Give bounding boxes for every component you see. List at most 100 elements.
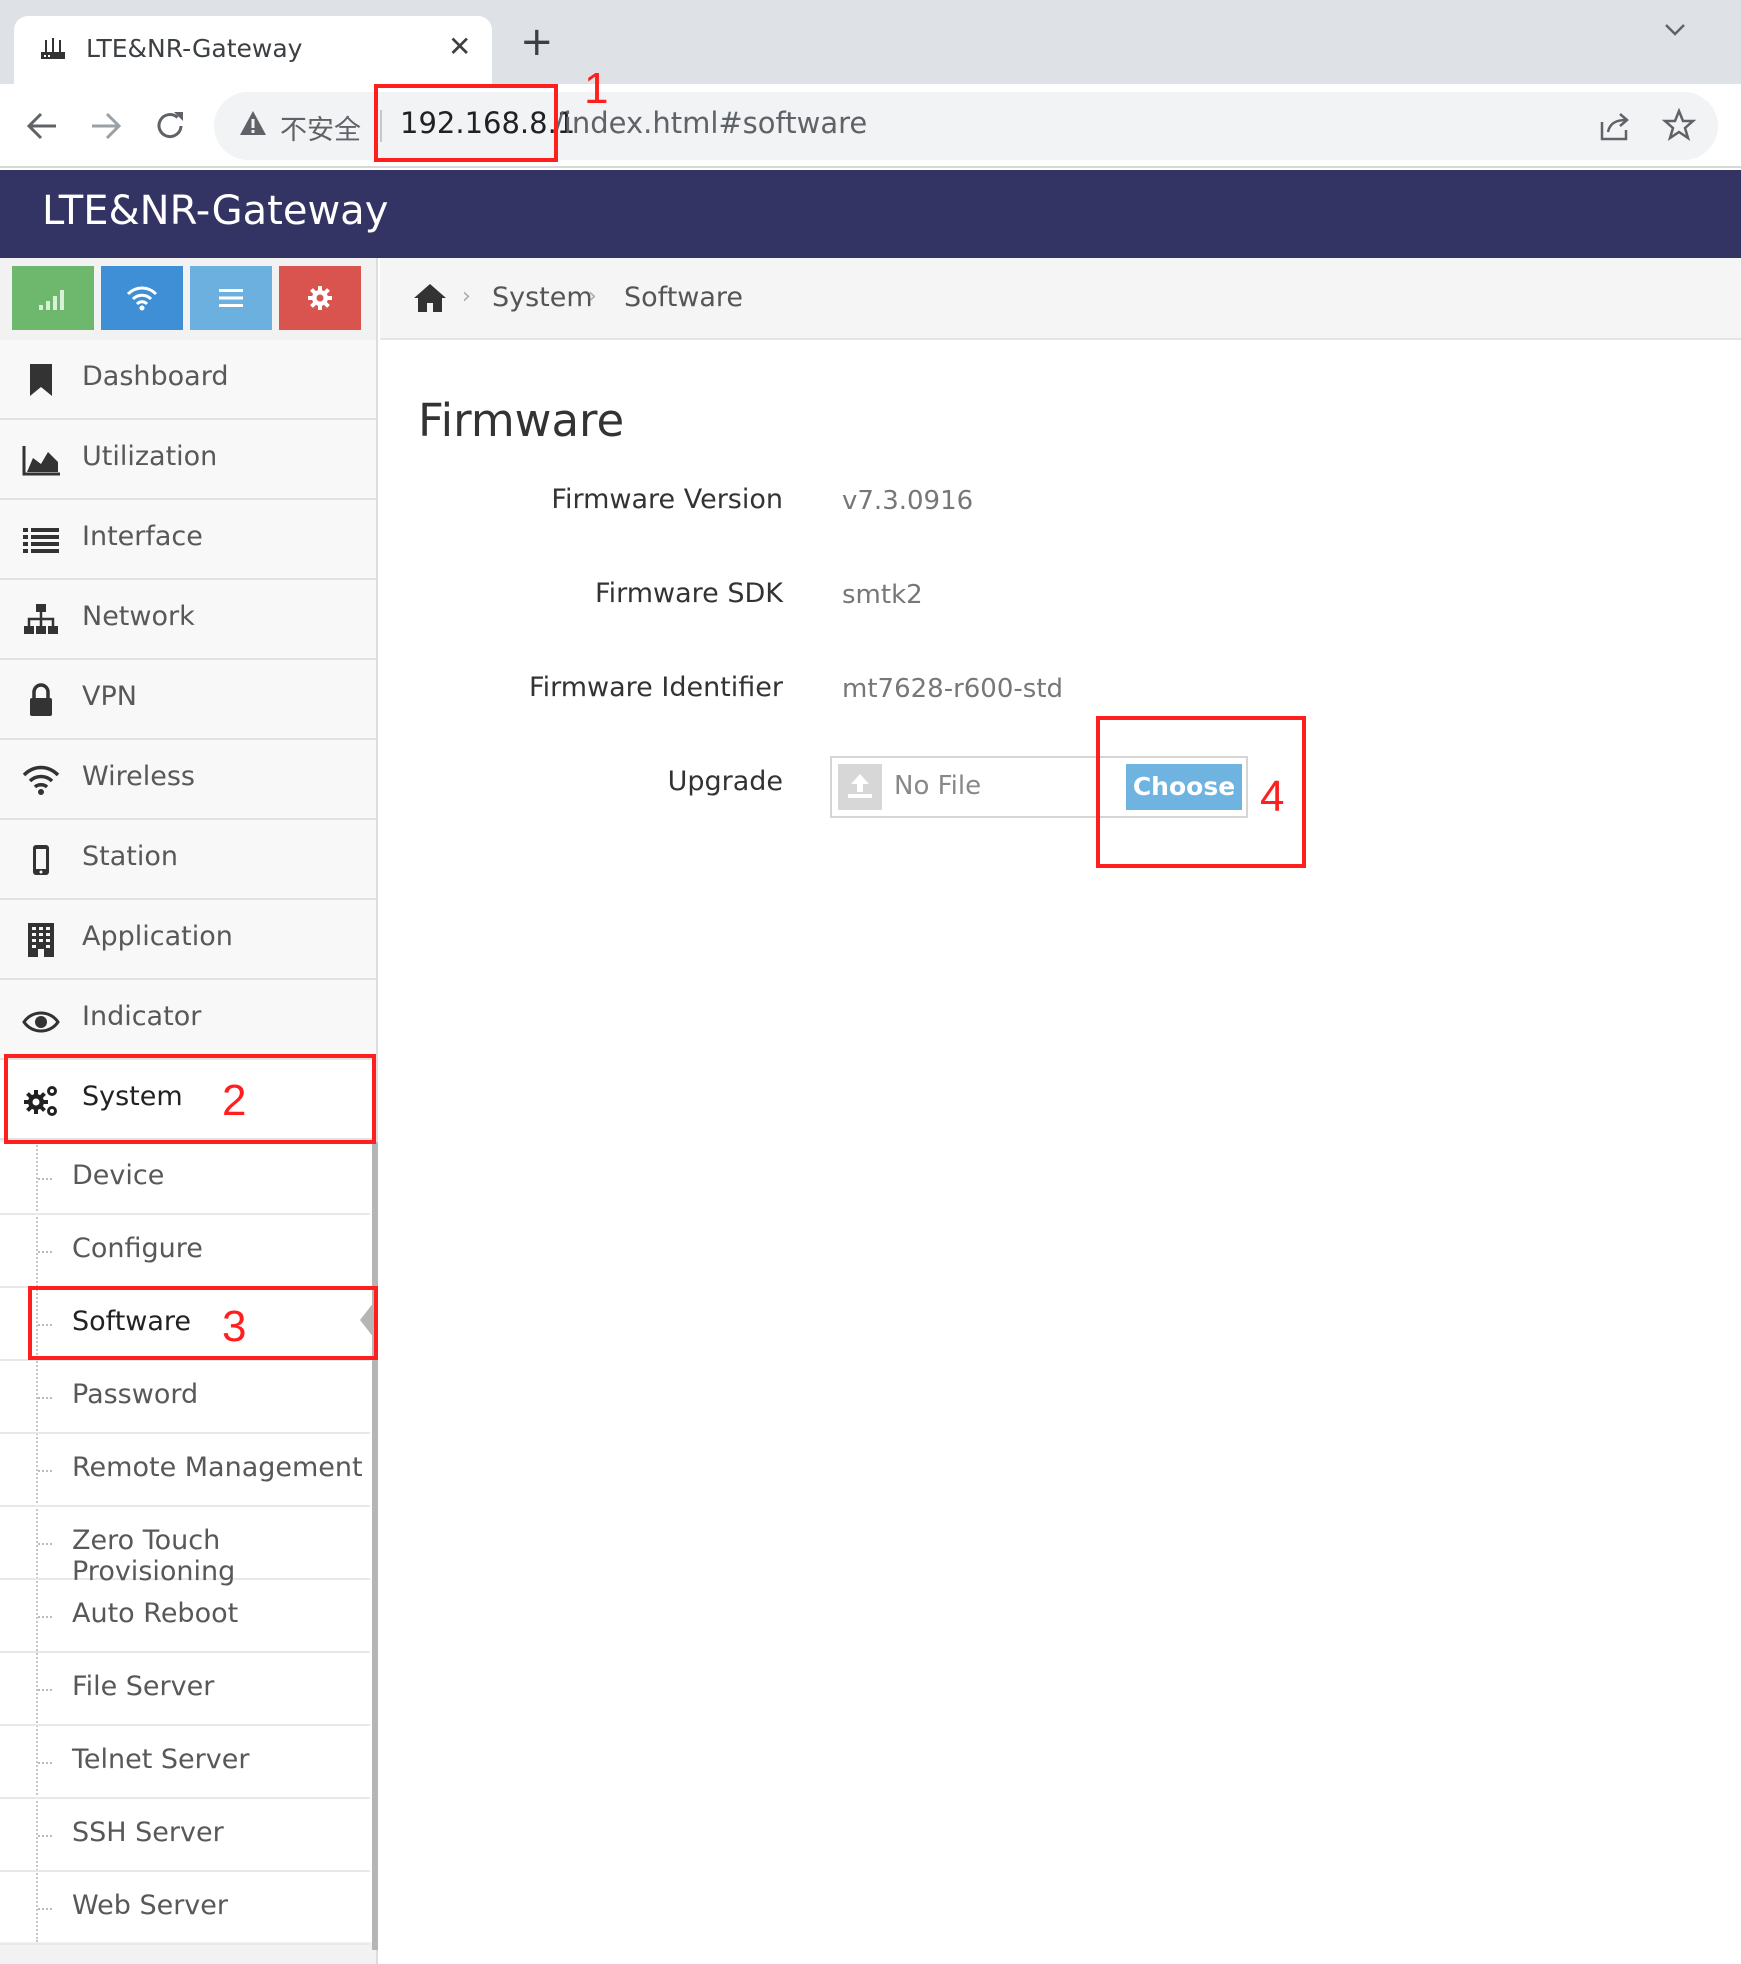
sub-item-password[interactable]: Password — [0, 1361, 370, 1434]
nav-label: Interface — [82, 521, 203, 552]
shortcut-list[interactable] — [190, 266, 272, 330]
annotation-box-1 — [374, 84, 558, 162]
sub-item-zero-touch-provisioning[interactable]: Zero Touch Provisioning — [0, 1507, 370, 1587]
tree-dot — [38, 1178, 52, 1180]
nav-item-vpn[interactable]: VPN — [0, 660, 376, 740]
sub-item-file-server[interactable]: File Server — [0, 1653, 370, 1726]
wifi-icon — [22, 765, 60, 795]
tree-dot — [38, 1689, 52, 1691]
nav-item-interface[interactable]: Interface — [0, 500, 376, 580]
sub-label: Device — [72, 1160, 165, 1191]
annotation-box-2 — [4, 1054, 376, 1144]
system-submenu: Device Configure Software Password Remot… — [0, 1142, 376, 1945]
sub-label: SSH Server — [72, 1817, 224, 1848]
upload-icon — [838, 764, 882, 810]
nav-label: Dashboard — [82, 361, 229, 392]
firmware-identifier-label: Firmware Identifier — [529, 672, 783, 703]
back-arrow-icon[interactable] — [24, 108, 60, 144]
warning-icon[interactable] — [238, 108, 268, 138]
reload-icon[interactable] — [152, 108, 188, 144]
nav-item-indicator[interactable]: Indicator — [0, 980, 376, 1060]
shortcut-wifi[interactable] — [101, 266, 183, 330]
sub-label: File Server — [72, 1671, 215, 1702]
breadcrumb-separator: › — [588, 284, 597, 309]
sitemap-icon — [24, 604, 58, 634]
sub-label: Remote Management — [72, 1452, 363, 1483]
sub-item-auto-reboot[interactable]: Auto Reboot — [0, 1580, 370, 1653]
share-icon[interactable] — [1598, 110, 1632, 142]
firmware-identifier-value: mt7628-r600-std — [842, 674, 1064, 704]
sub-item-device[interactable]: Device — [0, 1142, 370, 1215]
sub-item-remote-management[interactable]: Remote Management — [0, 1434, 370, 1507]
annotation-number-3: 3 — [222, 1302, 247, 1351]
lock-icon — [30, 683, 52, 716]
nav-item-dashboard[interactable]: Dashboard — [0, 340, 376, 420]
tree-dot — [38, 1835, 52, 1837]
browser-tab[interactable]: LTE&NR-Gateway ✕ — [14, 16, 492, 84]
nav-label: Wireless — [82, 761, 195, 792]
list-icon — [23, 528, 59, 553]
sub-label: Zero Touch Provisioning — [72, 1525, 236, 1587]
forward-arrow-icon[interactable] — [88, 108, 124, 144]
sub-label: Password — [72, 1379, 199, 1410]
nav-item-station[interactable]: Station — [0, 820, 376, 900]
eye-icon — [22, 1011, 60, 1033]
tree-dot — [38, 1762, 52, 1764]
annotation-box-3 — [28, 1286, 378, 1360]
signal-icon — [39, 290, 64, 310]
mobile-icon — [33, 845, 49, 875]
star-icon[interactable] — [1662, 108, 1696, 142]
nav-item-application[interactable]: Application — [0, 900, 376, 980]
tree-dot — [38, 1908, 52, 1910]
annotation-number-1: 1 — [584, 64, 609, 113]
breadcrumb-separator: › — [462, 284, 471, 309]
browser-toolbar: 不安全 192.168.8.1 /index.html#software — [0, 84, 1741, 168]
tab-title: LTE&NR-Gateway — [86, 34, 303, 63]
nav-label: Indicator — [82, 1001, 202, 1032]
breadcrumb: › System › Software — [380, 258, 1741, 340]
router-icon — [41, 38, 65, 59]
submenu-scrollbar[interactable] — [372, 1142, 378, 1950]
list-icon — [219, 289, 243, 307]
page-title: Firmware — [418, 394, 625, 447]
not-secure-label[interactable]: 不安全 — [280, 108, 361, 147]
sub-label: Auto Reboot — [72, 1598, 239, 1629]
breadcrumb-software: Software — [624, 282, 744, 313]
browser-tab-bar: LTE&NR-Gateway ✕ + — [0, 0, 1741, 84]
new-tab-button[interactable]: + — [520, 22, 554, 62]
nav-label: VPN — [82, 681, 137, 712]
sub-item-telnet-server[interactable]: Telnet Server — [0, 1726, 370, 1799]
nav-item-network[interactable]: Network — [0, 580, 376, 660]
app-title: LTE&NR-Gateway — [42, 188, 389, 234]
tree-dot — [38, 1543, 52, 1545]
nav-item-utilization[interactable]: Utilization — [0, 420, 376, 500]
close-tab-icon[interactable]: ✕ — [448, 30, 471, 63]
upgrade-label: Upgrade — [667, 766, 783, 797]
app-header: LTE&NR-Gateway — [0, 170, 1741, 258]
sub-label: Telnet Server — [72, 1744, 250, 1775]
area-chart-icon — [22, 446, 60, 476]
annotation-number-2: 2 — [222, 1076, 247, 1125]
sub-label: Web Server — [72, 1890, 228, 1921]
sub-item-web-server[interactable]: Web Server — [0, 1872, 370, 1945]
nav-label: Utilization — [82, 441, 218, 472]
shortcut-signal[interactable] — [12, 266, 94, 330]
tree-dot — [38, 1616, 52, 1618]
tree-dot — [38, 1251, 52, 1253]
sub-item-ssh-server[interactable]: SSH Server — [0, 1799, 370, 1872]
tree-dot — [38, 1397, 52, 1399]
nav-item-wireless[interactable]: Wireless — [0, 740, 376, 820]
shortcut-bar — [12, 266, 362, 330]
home-icon[interactable] — [412, 282, 448, 314]
firmware-version-value: v7.3.0916 — [842, 486, 974, 516]
nav-label: Station — [82, 841, 178, 872]
gear-icon — [308, 286, 332, 310]
wifi-icon — [126, 286, 158, 311]
sub-item-configure[interactable]: Configure — [0, 1215, 370, 1288]
annotation-number-4: 4 — [1260, 772, 1285, 821]
shortcut-settings[interactable] — [279, 266, 361, 330]
breadcrumb-system[interactable]: System — [492, 282, 593, 313]
chevron-down-icon[interactable] — [1662, 16, 1688, 42]
firmware-sdk-value: smtk2 — [842, 580, 923, 610]
file-name-text: No File — [894, 771, 982, 801]
